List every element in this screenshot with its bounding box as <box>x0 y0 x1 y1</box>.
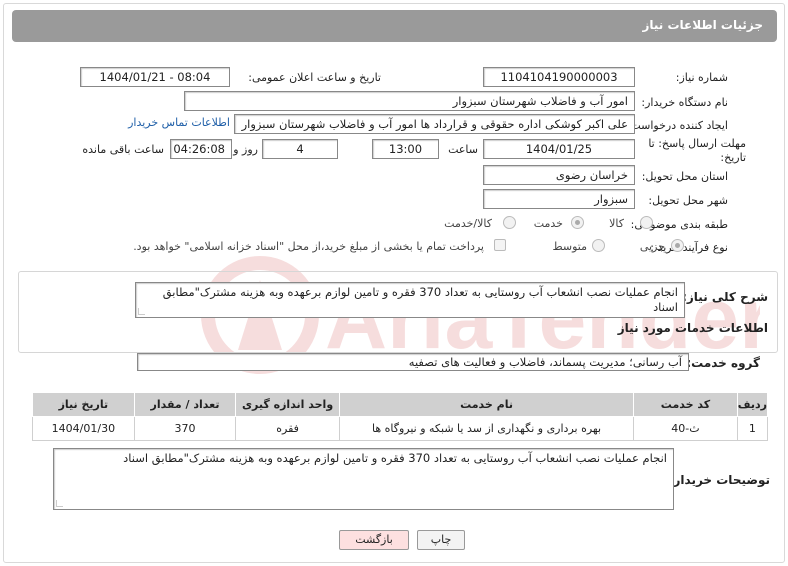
cell-row-number: 1 <box>736 416 769 441</box>
cell-service-name: بهره برداری و نگهداری از سد یا شبکه و نی… <box>338 416 635 441</box>
col-quantity: تعداد / مقدار <box>133 392 237 417</box>
buyer-contact-link[interactable]: اطلاعات تماس خریدار <box>128 116 230 129</box>
deadline-time-label: ساعت <box>448 143 478 156</box>
days-label: روز و <box>233 143 258 156</box>
services-section-title: اطلاعات خدمات مورد نیاز <box>617 321 768 335</box>
buyer-notes-textarea[interactable]: انجام عملیات نصب انشعاب آب روستایی به تع… <box>53 448 674 510</box>
category-option-goods: کالا <box>609 217 624 230</box>
buyer-notes-label: توضیحات خریدار: <box>668 473 770 487</box>
page-title: جزئیات اطلاعات نیاز <box>642 18 763 32</box>
cell-service-code: ث-40 <box>633 416 738 441</box>
process-radio-minor[interactable] <box>671 239 684 252</box>
buyer-notes-text: انجام عملیات نصب انشعاب آب روستایی به تع… <box>123 451 667 465</box>
col-need-date: تاریخ نیاز <box>32 392 135 417</box>
print-button[interactable]: چاپ <box>417 530 465 550</box>
payment-checkbox[interactable] <box>494 239 506 251</box>
col-row-number: ردیف <box>736 392 769 417</box>
process-radio-medium[interactable] <box>592 239 605 252</box>
deadline-label-line1: مهلت ارسال پاسخ: تا <box>648 137 746 150</box>
remaining-time-label: ساعت باقی مانده <box>82 143 164 156</box>
service-group-label: گروه خدمت: <box>686 356 760 370</box>
deadline-date-field[interactable]: 1404/01/25 <box>483 139 635 159</box>
cell-quantity: 370 <box>133 416 237 441</box>
category-option-goods-service: کالا/خدمت <box>444 217 492 230</box>
resize-grip-icon[interactable] <box>56 500 63 507</box>
payment-note: پرداخت تمام یا بخشی از مبلغ خرید،از محل … <box>133 240 484 253</box>
city-field[interactable]: سبزوار <box>483 189 635 209</box>
service-group-field[interactable]: آب رسانی؛ مدیریت پسماند، فاضلاب و فعالیت… <box>137 353 689 371</box>
buyer-org-label: نام دستگاه خریدار: <box>641 96 728 109</box>
need-number-label: شماره نیاز: <box>675 71 728 84</box>
category-radio-service[interactable] <box>571 216 584 229</box>
services-table: تاریخ نیاز تعداد / مقدار واحد اندازه گیر… <box>32 392 769 441</box>
process-option-minor: جزیی <box>639 240 665 253</box>
city-label: شهر محل تحویل: <box>648 194 728 207</box>
requester-field[interactable]: علی اکبر کوشکی اداره حقوقی و قرارداد ها … <box>234 114 635 134</box>
days-field[interactable]: 4 <box>262 139 338 159</box>
col-service-name: نام خدمت <box>338 392 635 417</box>
category-radio-goods[interactable] <box>640 216 653 229</box>
announce-datetime-label: تاریخ و ساعت اعلان عمومی: <box>248 71 381 84</box>
deadline-time-field[interactable]: 13:00 <box>372 139 439 159</box>
cell-need-date: 1404/01/30 <box>32 416 135 441</box>
province-label: استان محل تحویل: <box>641 170 728 183</box>
buyer-org-field[interactable]: امور آب و فاضلاب شهرستان سبزوار <box>184 91 635 111</box>
description-textarea[interactable]: انجام عملیات نصب انشعاب آب روستایی به تع… <box>135 282 685 318</box>
page-header: جزئیات اطلاعات نیاز <box>12 10 777 42</box>
description-label: شرح کلی نیاز: <box>682 290 768 304</box>
announce-datetime-field[interactable]: 1404/01/21 - 08:04 <box>80 67 230 87</box>
remaining-time-field[interactable]: 04:26:08 <box>170 139 232 159</box>
table-row[interactable]: 1404/01/30 370 فقره بهره برداری و نگهدار… <box>32 416 769 441</box>
category-radio-goods-service[interactable] <box>503 216 516 229</box>
resize-grip-icon[interactable] <box>138 308 145 315</box>
province-field[interactable]: خراسان رضوی <box>483 165 635 185</box>
back-button[interactable]: بازگشت <box>339 530 409 550</box>
deadline-label-line2: تاریخ: <box>720 151 746 164</box>
requester-label: ایجاد کننده درخواست: <box>626 119 728 132</box>
col-service-code: کد خدمت <box>633 392 738 417</box>
description-text: انجام عملیات نصب انشعاب آب روستایی به تع… <box>162 285 678 314</box>
category-option-service: خدمت <box>533 217 563 230</box>
col-unit: واحد اندازه گیری <box>235 392 340 417</box>
cell-unit: فقره <box>235 416 340 441</box>
process-option-medium: متوسط <box>552 240 587 253</box>
services-table-header: تاریخ نیاز تعداد / مقدار واحد اندازه گیر… <box>32 392 769 417</box>
need-number-field[interactable]: 1104104190000003 <box>483 67 635 87</box>
